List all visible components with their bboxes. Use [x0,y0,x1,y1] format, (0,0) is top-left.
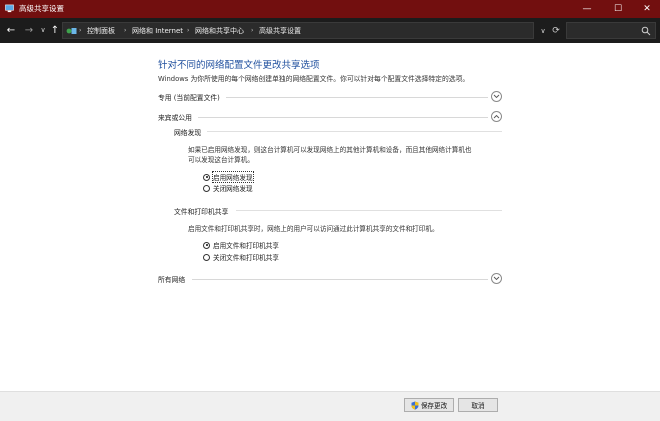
network-location-icon [66,28,77,34]
radio-label[interactable]: 启用文件和打印机共享 [213,240,279,250]
close-button[interactable]: ✕ [632,0,660,18]
file-printer-sharing-description: 启用文件和打印机共享时，网络上的用户可以访问通过此计算机共享的文件和打印机。 [188,225,439,233]
divider [192,279,488,280]
profile-private-label: 专用 (当前配置文件) [158,94,220,102]
cancel-button[interactable]: 取消 [458,398,498,412]
breadcrumb-network-sharing-center[interactable]: 网络和共享中心 [195,26,244,36]
profile-guest-public[interactable]: 来宾或公用 [158,111,502,124]
search-icon [641,26,651,36]
back-arrow-icon[interactable]: ← [4,22,18,38]
recent-locations-chevron-icon[interactable]: ∨ [38,22,48,38]
save-changes-button[interactable]: 保存更改 [404,398,454,412]
collapse-chevron-up-icon[interactable] [491,111,502,122]
footer-bar [0,391,660,421]
network-discovery-description-line: 可以发现这台计算机。 [188,156,254,164]
radio-label[interactable]: 关闭网络发现 [213,183,253,193]
radio-button-selected[interactable] [203,241,210,249]
page-description: Windows 为你所使用的每个网络创建单独的网络配置文件。你可以针对每个配置文… [158,75,470,83]
profile-all-networks[interactable]: 所有网络 [158,273,502,286]
radio-button-selected[interactable] [203,173,210,181]
radio-button[interactable] [203,253,210,261]
expand-chevron-down-icon[interactable] [491,273,502,284]
radio-enable-network-discovery[interactable]: 启用网络发现 [203,171,254,183]
window-title: 高级共享设置 [19,4,64,13]
breadcrumb-separator: › [124,27,127,34]
search-input[interactable] [566,22,656,39]
radio-label[interactable]: 关闭文件和打印机共享 [213,252,279,262]
refresh-icon[interactable]: ⟳ [550,24,562,37]
address-bar[interactable]: › 控制面板 › 网络和 Internet › 网络和共享中心 › 高级共享设置 [62,22,534,39]
save-changes-label: 保存更改 [420,402,448,410]
divider [236,210,502,211]
divider [198,117,488,118]
title-bar: 高级共享设置 — ☐ ✕ [0,0,660,18]
radio-button[interactable] [203,184,210,192]
network-discovery-heading: 网络发现 [174,129,202,137]
breadcrumb-separator: › [187,27,190,34]
profile-all-networks-label: 所有网络 [158,276,186,284]
forward-arrow-icon[interactable]: → [22,22,36,38]
maximize-button[interactable]: ☐ [603,0,633,18]
radio-enable-file-printer-sharing[interactable]: 启用文件和打印机共享 [203,240,279,250]
network-settings-icon [5,4,14,13]
profile-guest-public-label: 来宾或公用 [158,114,192,122]
breadcrumb-control-panel[interactable]: 控制面板 [87,26,115,36]
expand-chevron-down-icon[interactable] [491,91,502,102]
radio-disable-network-discovery[interactable]: 关闭网络发现 [203,183,253,193]
breadcrumb-advanced-sharing[interactable]: 高级共享设置 [259,26,301,36]
network-discovery-description: 如果已启用网络发现，则这台计算机可以发现网络上的其他计算机和设备，而且其他网络计… [188,145,508,165]
profile-private[interactable]: 专用 (当前配置文件) [158,91,502,104]
up-arrow-icon[interactable]: ↑ [48,22,62,38]
radio-disable-file-printer-sharing[interactable]: 关闭文件和打印机共享 [203,252,279,262]
breadcrumb-separator: › [79,27,82,34]
network-discovery-description-line: 如果已启用网络发现，则这台计算机可以发现网络上的其他计算机和设备，而且其他网络计… [188,146,472,154]
minimize-button[interactable]: — [572,0,602,18]
divider [226,97,488,98]
file-printer-sharing-heading: 文件和打印机共享 [174,208,229,216]
uac-shield-icon [411,401,419,410]
breadcrumb-network-internet[interactable]: 网络和 Internet [132,26,183,36]
page-title: 针对不同的网络配置文件更改共享选项 [158,60,320,71]
radio-label[interactable]: 启用网络发现 [212,171,254,183]
divider [207,131,502,132]
breadcrumb-separator: › [251,27,254,34]
address-dropdown-icon[interactable]: ∨ [538,24,548,37]
